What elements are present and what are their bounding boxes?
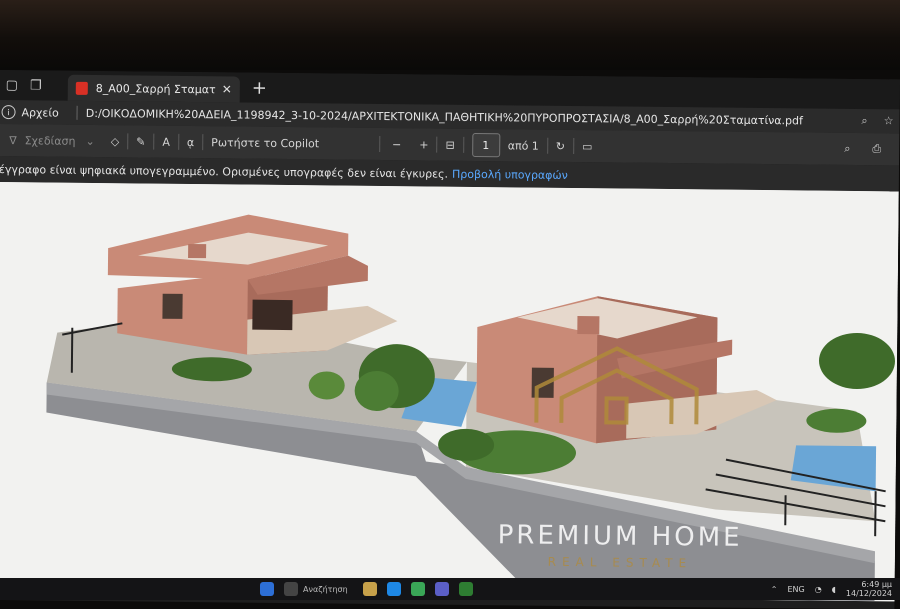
file-explorer-icon[interactable] (363, 582, 377, 596)
toolbar-divider (127, 133, 128, 149)
print-icon[interactable]: ⎙ (872, 133, 881, 165)
info-icon[interactable]: i (1, 105, 15, 119)
highlight-icon[interactable]: ✎ (136, 125, 146, 157)
text-size-button[interactable]: A (162, 126, 170, 158)
taskbar-search-label[interactable]: Αναζήτηση (303, 585, 348, 594)
system-tray: ⌃ ENG ◔ ◖ 6:49 μμ 14/12/2024 (771, 580, 892, 598)
pdf-document-page: PREMIUM HOME REAL ESTATE (0, 182, 899, 601)
tab-pdf-document[interactable]: 8_A00_Σαρρή Σταματίνα.pdf ✕ (68, 75, 240, 103)
new-tab-button[interactable]: + (252, 77, 267, 98)
zoom-out-button[interactable]: − (392, 128, 402, 160)
address-url-field[interactable]: D:/ΟΙΚΟΔΟΜΙΚΗ%20ΑΔΕΙΑ_1198942_3-10-2024/… (86, 106, 862, 127)
search-icon[interactable] (284, 582, 298, 596)
store-icon[interactable] (435, 582, 449, 596)
page-view-icon[interactable]: ▭ (582, 130, 593, 162)
page-total-label: από 1 (508, 129, 539, 161)
zoom-icon[interactable]: ⌕ (861, 114, 867, 128)
windows-taskbar: Αναζήτηση ⌃ ENG ◔ ◖ 6:49 μμ 14/12/2024 (0, 578, 900, 600)
address-scheme-label: Αρχείο (21, 106, 58, 119)
toolbar-divider (379, 136, 380, 152)
excel-icon[interactable] (459, 582, 473, 596)
chrome-icon[interactable] (411, 582, 425, 596)
wifi-icon[interactable]: ◔ (815, 585, 822, 594)
chevron-up-icon[interactable]: ⌃ (771, 585, 778, 594)
favorite-star-icon[interactable]: ☆ (884, 114, 894, 128)
toolbar-divider (202, 134, 203, 150)
rotate-icon[interactable]: ↻ (556, 130, 566, 162)
fit-page-icon[interactable]: ⊟ (445, 129, 455, 161)
copilot-button[interactable]: Ρωτήστε το Copilot (211, 126, 319, 159)
toolbar-divider (436, 137, 437, 153)
draw-pen-icon[interactable]: ∇ (9, 124, 17, 156)
toolbar-divider (153, 134, 154, 150)
pdf-file-icon (76, 81, 88, 94)
tab-actions-icon[interactable]: ❐ (24, 70, 48, 100)
search-icon[interactable]: ⌕ (844, 133, 851, 165)
chevron-down-icon[interactable]: ⌄ (85, 125, 95, 157)
watermark-brand: PREMIUM HOME (498, 520, 743, 553)
clock-time: 6:49 μμ (861, 580, 892, 589)
window-menu-icon[interactable]: ▢ (0, 70, 24, 100)
zoom-in-button[interactable]: + (419, 128, 429, 160)
clock-date: 14/12/2024 (846, 589, 892, 598)
close-tab-icon[interactable]: ✕ (222, 82, 232, 96)
start-icon[interactable] (260, 582, 274, 596)
clock[interactable]: 6:49 μμ 14/12/2024 (846, 580, 892, 598)
draw-button[interactable]: Σχεδίαση (24, 124, 75, 157)
monitor-screen: ▢ ❐ 8_A00_Σαρρή Σταματίνα.pdf ✕ + i Αρχε… (0, 70, 900, 609)
edge-browser-icon[interactable] (387, 582, 401, 596)
read-aloud-button[interactable]: ᾳ (187, 126, 195, 158)
toolbar-divider (547, 138, 548, 154)
view-signatures-link[interactable]: Προβολή υπογραφών (452, 167, 568, 181)
toolbar-divider (463, 137, 464, 153)
tab-title: 8_A00_Σαρρή Σταματίνα.pdf (96, 82, 216, 96)
page-number-input[interactable]: 1 (472, 133, 500, 157)
monitor-bezel (0, 0, 900, 70)
signature-message: έγγραφο είναι ψηφιακά υπογεγραμμένο. Ορι… (0, 162, 448, 180)
language-indicator[interactable]: ENG (787, 585, 804, 594)
eraser-icon[interactable]: ◇ (111, 125, 120, 157)
toolbar-divider (178, 134, 179, 150)
watermark-subtitle: REAL ESTATE (548, 555, 693, 571)
volume-icon[interactable]: ◖ (832, 585, 836, 594)
address-divider (77, 106, 78, 120)
architectural-rendering: PREMIUM HOME REAL ESTATE (0, 182, 899, 601)
toolbar-divider (573, 138, 574, 154)
